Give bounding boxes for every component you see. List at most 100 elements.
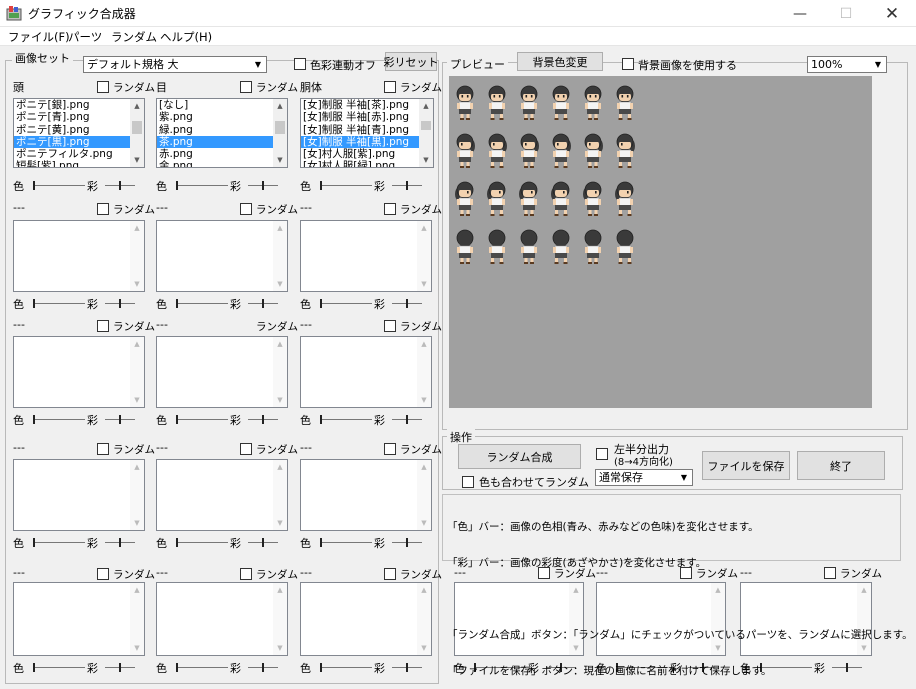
scroll-up-icon[interactable]: ▲: [273, 100, 287, 112]
list-item[interactable]: ポニテ[青].png: [14, 111, 144, 123]
scroll-down-icon[interactable]: ▼: [417, 278, 431, 290]
list-item[interactable]: [なし]: [157, 99, 287, 111]
sat-reset-button[interactable]: 彩リセット: [384, 52, 439, 71]
empty-listbox[interactable]: ▲ ▼: [156, 336, 288, 408]
empty-listbox[interactable]: ▲ ▼: [156, 582, 288, 656]
scroll-up-icon[interactable]: ▲: [417, 584, 431, 596]
hue-slider-track[interactable]: [33, 542, 85, 543]
random-checkbox[interactable]: [384, 568, 396, 580]
random-compose-button[interactable]: ランダム合成: [458, 444, 581, 469]
hue-slider-thumb[interactable]: [320, 299, 322, 308]
part-listbox[interactable]: [なし] 紫.png 緑.png 茶.png 赤.png 金.png ▲ ▼: [156, 98, 288, 168]
hue-slider-thumb[interactable]: [33, 181, 35, 190]
scroll-down-icon[interactable]: ▼: [419, 154, 433, 166]
empty-listbox[interactable]: ▲ ▼: [300, 220, 432, 292]
sat-slider-thumb[interactable]: [406, 538, 408, 547]
exit-button[interactable]: 終了: [797, 451, 885, 480]
menu-help[interactable]: ヘルプ(H): [160, 29, 212, 45]
hue-slider-thumb[interactable]: [176, 415, 178, 424]
sat-slider-thumb[interactable]: [262, 299, 264, 308]
hue-slider-track[interactable]: [33, 419, 85, 420]
random-checkbox[interactable]: [384, 203, 396, 215]
scrollbar[interactable]: ▲ ▼: [417, 221, 431, 291]
scrollbar[interactable]: ▲ ▼: [417, 583, 431, 655]
sat-slider-thumb[interactable]: [262, 538, 264, 547]
scroll-down-icon[interactable]: ▼: [130, 278, 144, 290]
scroll-thumb[interactable]: [275, 120, 285, 134]
scroll-up-icon[interactable]: ▲: [130, 222, 144, 234]
scroll-down-icon[interactable]: ▼: [273, 394, 287, 406]
scrollbar[interactable]: ▲ ▼: [273, 583, 287, 655]
scrollbar[interactable]: ▲ ▼: [417, 337, 431, 407]
hue-slider-thumb[interactable]: [33, 538, 35, 547]
sat-slider-thumb[interactable]: [119, 299, 121, 308]
random-checkbox[interactable]: [240, 203, 252, 215]
list-item[interactable]: [女]村人服[紫].png: [301, 148, 433, 160]
sat-slider-thumb[interactable]: [262, 415, 264, 424]
empty-listbox[interactable]: ▲ ▼: [13, 336, 145, 408]
hue-slider-thumb[interactable]: [176, 181, 178, 190]
bg-image-checkbox[interactable]: [622, 58, 634, 70]
hue-slider-thumb[interactable]: [320, 415, 322, 424]
scroll-up-icon[interactable]: ▲: [417, 461, 431, 473]
hue-slider-track[interactable]: [33, 185, 85, 186]
scroll-up-icon[interactable]: ▲: [273, 584, 287, 596]
scroll-thumb[interactable]: [421, 120, 431, 130]
hue-slider-track[interactable]: [176, 303, 228, 304]
scrollbar[interactable]: ▲ ▼: [130, 221, 144, 291]
empty-listbox[interactable]: ▲ ▼: [13, 220, 145, 292]
list-item[interactable]: 赤.png: [157, 148, 287, 160]
sat-slider-thumb[interactable]: [406, 299, 408, 308]
menu-parts[interactable]: パーツ: [68, 29, 102, 45]
color-random-checkbox[interactable]: [462, 476, 474, 488]
scroll-down-icon[interactable]: ▼: [130, 642, 144, 654]
list-item[interactable]: [女]制服 半袖[黒].png: [301, 135, 433, 149]
sat-slider-thumb[interactable]: [406, 415, 408, 424]
sat-slider-thumb[interactable]: [406, 181, 408, 190]
random-checkbox[interactable]: [97, 443, 109, 455]
list-item[interactable]: ポニテ[黒].png: [14, 135, 144, 149]
zoom-dropdown[interactable]: 100% ▼: [807, 56, 887, 73]
part-listbox[interactable]: ポニテ[銀].png ポニテ[青].png ポニテ[黄].png ポニテ[黒].png…: [13, 98, 145, 168]
hue-slider-thumb[interactable]: [33, 415, 35, 424]
hue-slider-track[interactable]: [33, 667, 85, 668]
random-checkbox[interactable]: [97, 320, 109, 332]
empty-listbox[interactable]: ▲ ▼: [300, 459, 432, 531]
scroll-up-icon[interactable]: ▲: [130, 461, 144, 473]
sat-slider-thumb[interactable]: [119, 181, 121, 190]
minimize-button[interactable]: —: [777, 0, 823, 27]
scrollbar[interactable]: ▲ ▼: [130, 99, 144, 167]
list-item[interactable]: 緑.png: [157, 124, 287, 136]
hue-slider-thumb[interactable]: [33, 663, 35, 672]
list-item[interactable]: [女]村人服[緑].png: [301, 160, 433, 167]
hue-slider-thumb[interactable]: [176, 538, 178, 547]
scroll-down-icon[interactable]: ▼: [417, 394, 431, 406]
sat-slider-thumb[interactable]: [119, 415, 121, 424]
scroll-down-icon[interactable]: ▼: [417, 642, 431, 654]
scroll-up-icon[interactable]: ▲: [419, 100, 433, 112]
save-mode-dropdown[interactable]: 通常保存 ▼: [595, 469, 693, 486]
scroll-down-icon[interactable]: ▼: [273, 154, 287, 166]
list-item[interactable]: ポニテ[黄].png: [14, 124, 144, 136]
random-checkbox[interactable]: [97, 81, 109, 93]
empty-listbox[interactable]: ▲ ▼: [13, 582, 145, 656]
random-checkbox[interactable]: [97, 203, 109, 215]
scroll-up-icon[interactable]: ▲: [130, 584, 144, 596]
color-link-checkbox[interactable]: [294, 58, 306, 70]
scrollbar[interactable]: ▲ ▼: [130, 460, 144, 530]
sat-slider-thumb[interactable]: [119, 538, 121, 547]
hue-slider-track[interactable]: [320, 667, 372, 668]
scroll-up-icon[interactable]: ▲: [130, 338, 144, 350]
maximize-button[interactable]: ☐: [823, 0, 869, 27]
scrollbar[interactable]: ▲ ▼: [273, 99, 287, 167]
scroll-up-icon[interactable]: ▲: [417, 338, 431, 350]
scrollbar[interactable]: ▲ ▼: [273, 337, 287, 407]
empty-listbox[interactable]: ▲ ▼: [156, 459, 288, 531]
random-checkbox[interactable]: [240, 568, 252, 580]
scrollbar[interactable]: ▲ ▼: [130, 337, 144, 407]
scroll-down-icon[interactable]: ▼: [130, 154, 144, 166]
scroll-up-icon[interactable]: ▲: [273, 461, 287, 473]
scroll-down-icon[interactable]: ▼: [273, 517, 287, 529]
list-item[interactable]: [女]制服 半袖[赤].png: [301, 111, 433, 123]
scrollbar[interactable]: ▲ ▼: [273, 221, 287, 291]
